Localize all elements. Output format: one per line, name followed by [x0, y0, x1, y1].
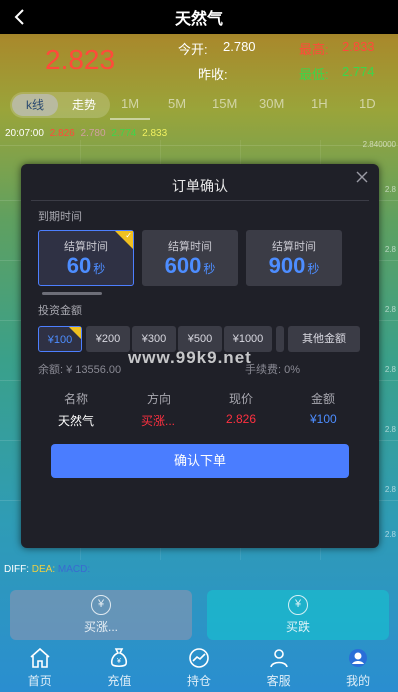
expiry-unit: 秒 [307, 262, 320, 276]
order-direction: 买涨... [141, 414, 176, 428]
col-name: 名称 [64, 392, 89, 406]
amount-scroll-edge [276, 326, 284, 352]
balance-text: 余额: ¥ 13556.00 [38, 364, 122, 376]
dialog-title: 订单确认 [172, 178, 228, 194]
expiry-unit: 秒 [93, 262, 106, 276]
expiry-unit: 秒 [203, 262, 216, 276]
top-bar: 天然气 [0, 0, 398, 34]
col-amount: 金额 [311, 392, 336, 406]
expiry-option-value: 60 秒 [39, 253, 133, 279]
expiry-num: 900 [268, 253, 306, 278]
expiry-option-label: 结算时间 [272, 241, 316, 253]
col-price: 现价 [229, 392, 254, 406]
watermark-text: www.99k9.net [128, 348, 252, 367]
expiry-option-60[interactable]: 结算时间 60 秒 ✓ [38, 230, 134, 286]
divider [31, 200, 369, 201]
amount-option-200[interactable]: ¥200 [86, 326, 130, 352]
order-price: 2.826 [226, 412, 257, 426]
other-amount-button[interactable]: 其他金额 [288, 326, 360, 352]
expiry-label: 到期时间 [38, 211, 82, 223]
amount-label: 投资金额 [38, 305, 82, 317]
expiry-option-value: 900 秒 [247, 253, 341, 279]
expiry-num: 60 [66, 253, 92, 278]
expiry-option-900[interactable]: 结算时间 900 秒 [246, 230, 342, 286]
order-amount: ¥100 [310, 412, 337, 426]
fee-text: 手续费: 0% [245, 364, 301, 376]
expiry-option-value: 600 秒 [143, 253, 237, 279]
col-direction: 方向 [147, 392, 172, 406]
amount-option-100[interactable]: ¥100 [38, 326, 82, 352]
expiry-num: 600 [164, 253, 202, 278]
expiry-option-label: 结算时间 [168, 241, 212, 253]
check-icon: ✓ [125, 231, 132, 240]
expiry-scrollbar[interactable] [42, 292, 102, 295]
back-arrow-icon[interactable] [8, 5, 32, 29]
confirm-order-button[interactable]: 确认下单 [51, 444, 349, 478]
selected-corner [69, 327, 81, 339]
page-title: 天然气 [174, 11, 223, 28]
order-name: 天然气 [58, 414, 95, 428]
close-icon[interactable] [355, 170, 369, 184]
expiry-option-600[interactable]: 结算时间 600 秒 [142, 230, 238, 286]
